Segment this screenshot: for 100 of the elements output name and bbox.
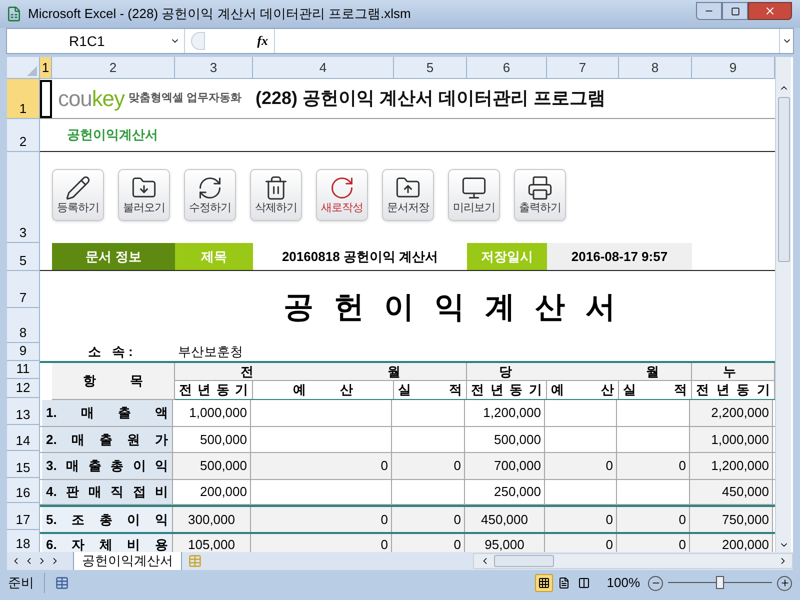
excel-icon <box>6 6 22 22</box>
toolbar-button[interactable]: 삭제하기 <box>250 169 302 221</box>
printer-icon <box>527 175 553 201</box>
table-cell-text: 0 <box>678 510 686 529</box>
table-cell-text: 0 <box>606 457 613 476</box>
logo: coukey <box>58 85 124 113</box>
section-label: 문서 정보 <box>52 243 175 270</box>
row-header[interactable]: 13 <box>7 398 39 425</box>
row-label: 4. 판 매 직 접 비 <box>42 480 173 504</box>
trash-icon <box>263 175 289 201</box>
sheet-label: 공헌이익계산서 <box>67 126 158 144</box>
table-cell-text: 300,000 <box>188 510 235 529</box>
refresh-icon <box>197 175 223 201</box>
table-cell-text: 750,000 <box>722 510 769 529</box>
horizontal-scrollbar[interactable] <box>473 553 793 569</box>
toolbar-button[interactable]: 등록하기 <box>52 169 104 221</box>
scroll-thumb[interactable] <box>778 97 790 262</box>
row-header[interactable]: 14 <box>7 425 39 451</box>
table-cell-text: 250,000 <box>494 483 541 502</box>
field-label: 제목 <box>175 243 253 270</box>
monitor-icon <box>461 175 487 201</box>
row-header[interactable]: 15 <box>7 451 39 478</box>
column-heading: 예 산 <box>547 381 619 399</box>
column-heading: 항 목 <box>52 363 175 400</box>
field-label: 저장일시 <box>467 243 547 270</box>
zoom-slider[interactable] <box>668 576 772 590</box>
table-cell-text: 0 <box>380 457 388 476</box>
maximize-button[interactable] <box>722 2 748 20</box>
table-cell-text: 1,000,000 <box>189 404 247 422</box>
row-header[interactable]: 3 <box>7 152 39 243</box>
row-header[interactable]: 9 <box>7 343 39 361</box>
zoom-in-button[interactable] <box>777 576 792 590</box>
table-cell-text: 500,000 <box>200 430 247 449</box>
circular-arrow-icon <box>329 175 355 201</box>
column-heading: 전 년 동 기 <box>467 381 547 399</box>
table-cell-text: 2,200,000 <box>711 404 769 422</box>
row-header[interactable]: 17 <box>7 503 39 530</box>
column-header[interactable]: 4 <box>253 57 394 78</box>
toolbar-button[interactable]: 미리보기 <box>448 169 500 221</box>
toolbar-button[interactable]: 불러오기 <box>118 169 170 221</box>
logo-tagline: 맞춤형엑셀 업무자동화 <box>128 91 242 106</box>
column-header[interactable]: 3 <box>175 57 253 78</box>
column-heading: 전 월 <box>175 363 467 380</box>
table-cell-text: 0 <box>606 536 613 552</box>
row-header[interactable]: 1 <box>7 79 39 119</box>
row-header[interactable]: 12 <box>7 379 39 398</box>
table-cell-text: 105,000 <box>188 536 235 552</box>
row-header[interactable]: 5 <box>7 243 39 271</box>
table-cell-text: 500,000 <box>494 430 541 449</box>
zoom-thumb[interactable] <box>716 576 724 589</box>
close-button[interactable] <box>748 2 792 20</box>
zoom-out-button[interactable] <box>648 576 663 590</box>
column-header[interactable]: 6 <box>467 57 547 78</box>
program-title: (228) 공헌이익 계산서 데이터관리 프로그램 <box>255 87 606 110</box>
sheet-tab[interactable]: 공헌이익계산서 <box>73 552 182 570</box>
table-cell-text: 95,000 <box>484 536 524 552</box>
toolbar-button[interactable]: 출력하기 <box>514 169 566 221</box>
close-icon <box>764 5 776 17</box>
row-label: 3. 매 출 총 이 익 <box>42 453 173 479</box>
row-header[interactable]: 16 <box>7 478 39 503</box>
plus-icon <box>780 578 790 588</box>
table-cell-text: 0 <box>380 536 388 552</box>
column-header[interactable]: 5 <box>394 57 467 78</box>
toolbar-button[interactable]: 수정하기 <box>184 169 236 221</box>
toolbar-button[interactable]: 새로작성 <box>316 169 368 221</box>
toolbar-button[interactable]: 문서저장 <box>382 169 434 221</box>
table-cell-text: 1,200,000 <box>483 404 541 422</box>
column-header[interactable]: 8 <box>619 57 692 78</box>
row-header[interactable]: 11 <box>7 361 39 379</box>
grid-icon <box>538 577 550 589</box>
column-heading: 예 산 <box>253 381 394 399</box>
view-button[interactable] <box>534 574 553 592</box>
table-cell-text: 1,200,000 <box>711 457 769 476</box>
dept-label: 소 속 : <box>88 343 134 362</box>
row-label: 6. 자 체 비 용 <box>42 534 173 552</box>
column-header[interactable]: 1 <box>40 57 52 78</box>
vertical-scrollbar[interactable] <box>775 57 791 552</box>
row-header[interactable]: 8 <box>7 308 39 343</box>
column-header[interactable]: 2 <box>52 57 175 78</box>
table-cell-text: 200,000 <box>722 536 769 552</box>
table-cell-text: 0 <box>454 536 461 552</box>
table-cell-text: 0 <box>678 536 686 552</box>
table-cell-text: 450,000 <box>481 510 528 529</box>
columns-icon <box>578 577 590 589</box>
dept-value: 부산보훈청 <box>178 343 243 362</box>
column-heading: 실 적 <box>394 381 467 399</box>
table-cell-text: 450,000 <box>722 483 769 502</box>
column-heading: 당 월 <box>467 363 692 380</box>
zoom-level: 100% <box>606 574 640 592</box>
column-header[interactable]: 7 <box>547 57 619 78</box>
row-header[interactable]: 2 <box>7 119 39 152</box>
maximize-icon <box>730 6 740 16</box>
table-cell-text: 200,000 <box>200 483 247 502</box>
scroll-thumb[interactable] <box>494 555 554 567</box>
table-cell-text: 0 <box>454 457 461 476</box>
row-header[interactable]: 7 <box>7 271 39 308</box>
row-label: 2. 매 출 원 가 <box>42 427 173 452</box>
table-cell-text: 0 <box>678 457 686 476</box>
row-label: 1. 매 출 액 <box>42 400 173 426</box>
row-label: 5. 조 총 이 익 <box>42 507 173 532</box>
